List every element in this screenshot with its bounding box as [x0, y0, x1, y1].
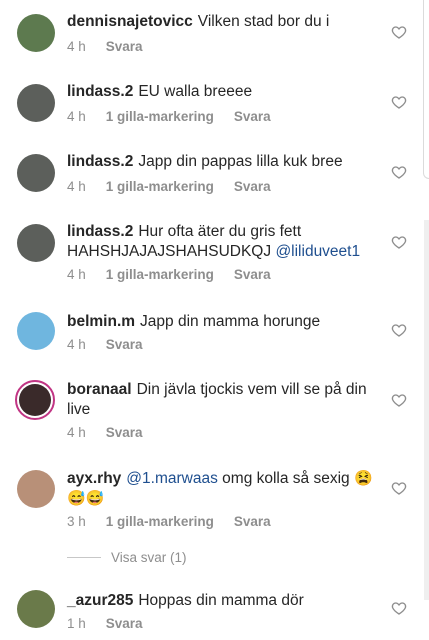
- comment-meta: 4 h 1 gilla-markering Svara: [67, 109, 271, 124]
- comment-time: 4 h: [67, 267, 86, 282]
- comment-text: lindass.2 Hur ofta äter du gris fett HAHS…: [67, 222, 382, 262]
- comment-body: Japp din mamma horunge: [140, 313, 321, 330]
- comment-username[interactable]: lindass.2: [67, 83, 133, 100]
- replies-divider: [67, 557, 101, 558]
- comment-meta: 1 h Svara: [67, 616, 143, 631]
- likes-count[interactable]: 1 gilla-markering: [106, 179, 214, 194]
- comment-username[interactable]: dennisnajetovicc: [67, 13, 193, 30]
- avatar[interactable]: [17, 14, 55, 52]
- comment-username[interactable]: _azur285: [67, 592, 133, 609]
- avatar[interactable]: [17, 470, 55, 508]
- comment-username[interactable]: boranaal: [67, 381, 132, 398]
- comment-meta: 3 h 1 gilla-markering Svara: [67, 514, 271, 529]
- avatar[interactable]: [17, 224, 55, 262]
- view-replies[interactable]: Visa svar (1): [67, 550, 187, 565]
- heart-outline-icon[interactable]: [391, 164, 407, 180]
- comment-meta: 4 h Svara: [67, 425, 143, 440]
- avatar-story-ring[interactable]: [15, 380, 55, 420]
- avatar[interactable]: [17, 312, 55, 350]
- reply-button[interactable]: Svara: [234, 267, 271, 282]
- comment-meta: 4 h 1 gilla-markering Svara: [67, 179, 271, 194]
- likes-count[interactable]: 1 gilla-markering: [106, 267, 214, 282]
- heart-outline-icon[interactable]: [391, 480, 407, 496]
- mention-link[interactable]: @liliduveet1: [275, 243, 360, 260]
- comment-time: 4 h: [67, 179, 86, 194]
- heart-outline-icon[interactable]: [391, 24, 407, 40]
- comment-body: Vilken stad bor du i: [197, 13, 330, 30]
- reply-button[interactable]: Svara: [106, 425, 143, 440]
- comment-body: omg kolla så sexig: [222, 470, 350, 487]
- comment-text: lindass.2 Japp din pappas lilla kuk bree: [67, 152, 382, 172]
- comment-text: boranaal Din jävla tjockis vem vill se på…: [67, 380, 382, 420]
- comment-time: 4 h: [67, 39, 86, 54]
- comment-username[interactable]: lindass.2: [67, 153, 133, 170]
- avatar: [19, 384, 51, 416]
- avatar[interactable]: [17, 154, 55, 192]
- reply-button[interactable]: Svara: [106, 616, 143, 631]
- panel-edge: [423, 0, 429, 179]
- comment-username[interactable]: belmin.m: [67, 313, 135, 330]
- comment-username[interactable]: ayx.rhy: [67, 470, 121, 487]
- comment-time: 3 h: [67, 514, 86, 529]
- comment-time: 4 h: [67, 425, 86, 440]
- reply-button[interactable]: Svara: [234, 179, 271, 194]
- comment-time: 4 h: [67, 337, 86, 352]
- avatar[interactable]: [17, 84, 55, 122]
- heart-outline-icon[interactable]: [391, 600, 407, 616]
- scrollbar[interactable]: [424, 220, 429, 600]
- comment-username[interactable]: lindass.2: [67, 223, 133, 240]
- view-replies-label[interactable]: Visa svar (1): [111, 550, 187, 565]
- comment-text: belmin.m Japp din mamma horunge: [67, 312, 382, 332]
- comment-meta: 4 h Svara: [67, 39, 143, 54]
- reply-button[interactable]: Svara: [234, 514, 271, 529]
- likes-count[interactable]: 1 gilla-markering: [106, 109, 214, 124]
- heart-outline-icon[interactable]: [391, 392, 407, 408]
- comment-text: _azur285 Hoppas din mamma dör: [67, 591, 382, 611]
- comment-text: dennisnajetovicc Vilken stad bor du i: [67, 12, 382, 32]
- comment-body: Japp din pappas lilla kuk bree: [138, 153, 343, 170]
- comment-time: 1 h: [67, 616, 86, 631]
- comment-text: ayx.rhy @1.marwaas omg kolla så sexig 😫 😅…: [67, 469, 382, 509]
- heart-outline-icon[interactable]: [391, 322, 407, 338]
- heart-outline-icon[interactable]: [391, 94, 407, 110]
- comment-body: Hoppas din mamma dör: [138, 592, 304, 609]
- comment-meta: 4 h 1 gilla-markering Svara: [67, 267, 271, 282]
- likes-count[interactable]: 1 gilla-markering: [106, 514, 214, 529]
- avatar[interactable]: [17, 590, 55, 628]
- reply-button[interactable]: Svara: [106, 39, 143, 54]
- reply-button[interactable]: Svara: [106, 337, 143, 352]
- reply-button[interactable]: Svara: [234, 109, 271, 124]
- comment-text: lindass.2 EU walla breeee: [67, 82, 382, 102]
- mention-link[interactable]: @1.marwaas: [126, 470, 218, 487]
- comment-meta: 4 h Svara: [67, 337, 143, 352]
- comment-time: 4 h: [67, 109, 86, 124]
- heart-outline-icon[interactable]: [391, 234, 407, 250]
- comment-body: EU walla breeee: [138, 83, 253, 100]
